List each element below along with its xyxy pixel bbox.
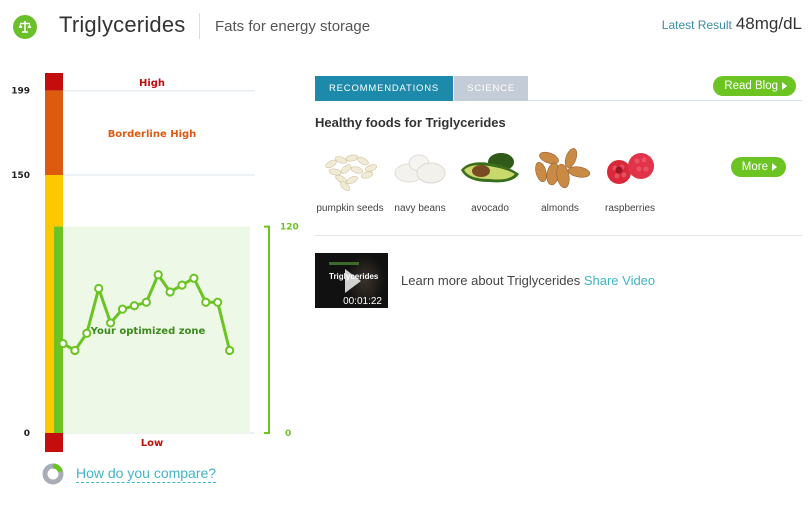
zone-bar-borderline (45, 90, 63, 175)
y-axis-tick-label: 150 (11, 171, 30, 181)
food-label: pumpkin seeds (316, 203, 384, 214)
latest-result-label: Latest Result (661, 18, 732, 32)
food-label: almonds (541, 203, 579, 214)
chart-svg: 0 150 199 120 0 High Borderline High Low Your op… (11, 73, 299, 452)
food-item-avocado[interactable]: avocado (455, 140, 525, 235)
data-point (225, 345, 235, 356)
food-item-navy-beans[interactable]: navy beans (385, 140, 455, 235)
video-text: Learn more about Triglycerides (401, 273, 581, 288)
data-point (153, 270, 163, 280)
title-divider (199, 13, 200, 39)
food-label: avocado (471, 203, 509, 214)
zone-label-low: Low (141, 438, 163, 449)
tab-recommendations[interactable]: RECOMMENDATIONS (315, 76, 453, 101)
raspberries-image (607, 153, 654, 184)
tab-science[interactable]: SCIENCE (454, 76, 528, 101)
avocado-image (461, 153, 519, 183)
tab-bar: RECOMMENDATIONS SCIENCE Read Blog (315, 76, 802, 101)
data-point (94, 283, 104, 294)
foods-title: Healthy foods for Triglycerides (315, 115, 506, 130)
food-label: navy beans (394, 203, 446, 214)
more-foods-button[interactable]: More (730, 157, 786, 177)
scale-icon (13, 15, 37, 39)
optimized-zone-bar (54, 226, 63, 433)
play-arrow-icon (772, 163, 777, 171)
optimized-zone-bracket (264, 225, 270, 434)
triglycerides-chart: 0 150 199 120 0 High Borderline High Low Your op… (0, 60, 310, 460)
more-label: More (741, 161, 768, 173)
data-point (106, 318, 116, 328)
read-blog-label: Read Blog (724, 80, 778, 92)
food-item-pumpkin-seeds[interactable]: pumpkin seeds (315, 140, 385, 235)
data-point (213, 297, 223, 307)
data-point (165, 287, 175, 297)
play-icon (345, 269, 361, 293)
zone-label-borderline-high: Borderline High (108, 129, 197, 140)
zone-bar-low (45, 433, 63, 452)
video-thumbnail[interactable]: Triglycerides 00:01:22 (315, 253, 388, 308)
pumpkin-seeds-image (325, 154, 378, 192)
data-point (70, 345, 80, 356)
recommendations-panel: RECOMMENDATIONS SCIENCE Read Blog Health… (315, 76, 802, 308)
video-duration: 00:01:22 (343, 296, 382, 307)
data-point (58, 338, 68, 349)
data-point (141, 297, 151, 307)
donut-chart-icon (42, 463, 64, 485)
share-video-link[interactable]: Share Video (584, 273, 655, 288)
data-point (201, 297, 211, 307)
data-point (129, 301, 139, 311)
navy-beans-image (394, 154, 446, 184)
data-point (82, 328, 92, 338)
data-point (177, 280, 187, 290)
optimized-zone-label: Your optimized zone (90, 326, 206, 337)
video-brand-logo (329, 262, 359, 265)
optimized-max-label: 120 (280, 223, 299, 233)
almonds-image (535, 148, 591, 189)
zone-label-high: High (139, 78, 165, 89)
y-axis-tick-label: 0 (24, 429, 30, 439)
latest-result-value: 48mg/dL (735, 14, 802, 33)
video-row: Triglycerides 00:01:22 Learn more about … (315, 253, 802, 308)
compare-section: How do you compare? (42, 463, 217, 485)
header: Triglycerides Fats for energy storage La… (0, 0, 812, 52)
zone-bar-high (45, 73, 63, 91)
foods-list: pumpkin seeds navy beans avocado almonds… (315, 140, 802, 236)
food-item-almonds[interactable]: almonds (525, 140, 595, 235)
food-label: raspberries (604, 203, 656, 214)
data-point (117, 304, 128, 314)
y-axis-tick-label: 199 (11, 87, 30, 97)
page-subtitle: Fats for energy storage (215, 18, 371, 35)
page-title: Triglycerides (59, 12, 186, 37)
latest-result: Latest Result 48mg/dL (662, 14, 802, 34)
optimized-min-label: 0 (285, 429, 291, 439)
food-item-raspberries[interactable]: raspberries (595, 140, 665, 235)
video-description: Learn more about Triglycerides Share Vid… (401, 273, 655, 288)
how-do-you-compare-link[interactable]: How do you compare? (76, 465, 217, 483)
read-blog-button[interactable]: Read Blog (713, 76, 796, 96)
data-point (189, 273, 199, 283)
play-arrow-icon (782, 82, 787, 90)
